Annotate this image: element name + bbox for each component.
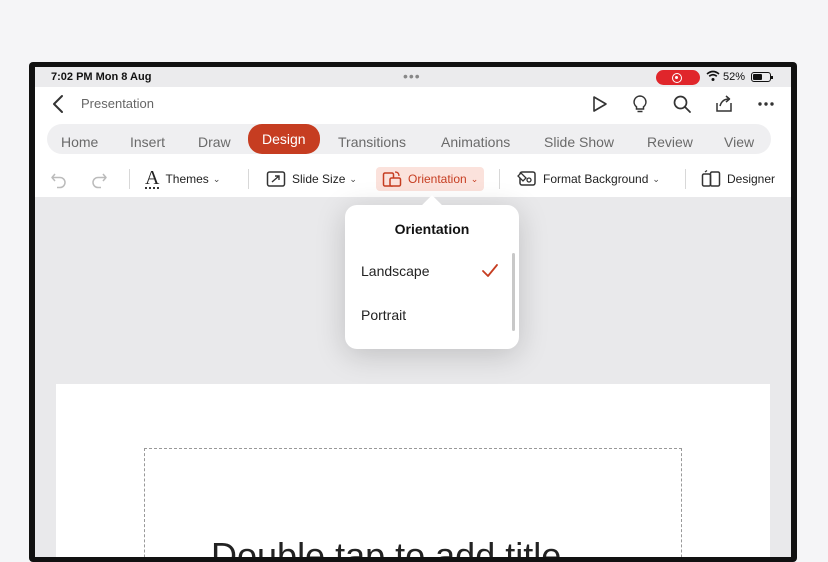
chevron-down-icon: ⌄ — [470, 173, 479, 184]
screen-record-icon[interactable] — [656, 70, 700, 85]
share-icon[interactable] — [713, 93, 735, 115]
tab-insert[interactable]: Insert — [130, 127, 165, 157]
chevron-down-icon: ⌄ — [212, 173, 221, 184]
popover-title: Orientation — [394, 221, 470, 237]
tab-home[interactable]: Home — [61, 127, 98, 157]
tab-transitions[interactable]: Transitions — [338, 127, 406, 157]
tab-view[interactable]: View — [724, 127, 754, 157]
app-screen: 7:02 PM Mon 8 Aug ••• 52% Presentation H… — [35, 67, 791, 557]
ribbon-divider — [129, 169, 130, 189]
ribbon-tab-bar: Home Insert Draw Design Transitions Anim… — [35, 121, 791, 159]
orientation-icon — [382, 171, 402, 187]
status-time: 7:02 PM Mon 8 Aug — [51, 71, 152, 83]
slide-size-icon — [266, 171, 286, 187]
orientation-label: Orientation — [408, 172, 467, 186]
tab-draw[interactable]: Draw — [198, 127, 231, 157]
search-icon[interactable] — [671, 93, 693, 115]
slide-size-label: Slide Size — [292, 172, 346, 186]
checkmark-icon — [481, 263, 499, 279]
back-chevron-icon[interactable] — [49, 93, 69, 115]
document-title[interactable]: Presentation — [81, 96, 154, 111]
lightbulb-icon[interactable] — [629, 93, 651, 115]
format-background-label: Format Background — [543, 172, 649, 186]
themes-icon: A — [145, 167, 160, 189]
play-icon[interactable] — [588, 93, 610, 115]
option-landscape[interactable]: Landscape — [361, 263, 430, 279]
more-options-icon[interactable] — [755, 93, 777, 115]
redo-icon[interactable] — [89, 167, 109, 191]
tab-review[interactable]: Review — [647, 127, 693, 157]
slide-size-button[interactable]: Slide Size ⌄ — [266, 167, 357, 191]
tab-design[interactable]: Design — [248, 124, 320, 154]
ribbon-divider — [685, 169, 686, 189]
ribbon-divider — [248, 169, 249, 189]
tab-animations[interactable]: Animations — [441, 127, 510, 157]
chevron-down-icon: ⌄ — [349, 173, 357, 184]
format-background-button[interactable]: Format Background ⌄ — [517, 167, 660, 191]
wifi-icon — [706, 70, 720, 85]
option-portrait[interactable]: Portrait — [361, 307, 406, 323]
orientation-popover: Orientation Landscape Portrait — [345, 195, 519, 349]
design-ribbon: A Themes ⌄ Slide Size ⌄ Orientation ⌄ Fo… — [35, 159, 791, 197]
tab-slide-show[interactable]: Slide Show — [544, 127, 614, 157]
chevron-down-icon: ⌄ — [652, 173, 660, 184]
title-bar: Presentation — [35, 87, 791, 121]
themes-label: Themes — [165, 172, 209, 186]
slide[interactable]: Double tap to add title — [56, 384, 770, 557]
undo-icon[interactable] — [49, 167, 69, 191]
format-background-icon — [517, 171, 536, 186]
multitask-dots-icon[interactable]: ••• — [403, 68, 421, 84]
title-placeholder-text: Double tap to add title — [211, 535, 562, 557]
battery-icon — [751, 72, 773, 82]
designer-icon — [701, 170, 721, 187]
battery-percent: 52% — [723, 71, 746, 83]
status-bar: 7:02 PM Mon 8 Aug ••• 52% — [35, 67, 791, 87]
designer-button[interactable]: Designer — [701, 167, 775, 191]
popover-scrollbar[interactable] — [512, 253, 515, 331]
title-placeholder[interactable]: Double tap to add title — [144, 448, 682, 557]
orientation-button[interactable]: Orientation ⌄ — [376, 167, 485, 191]
themes-button[interactable]: A Themes ⌄ — [145, 167, 220, 191]
ribbon-divider — [499, 169, 500, 189]
designer-label: Designer — [727, 172, 776, 186]
